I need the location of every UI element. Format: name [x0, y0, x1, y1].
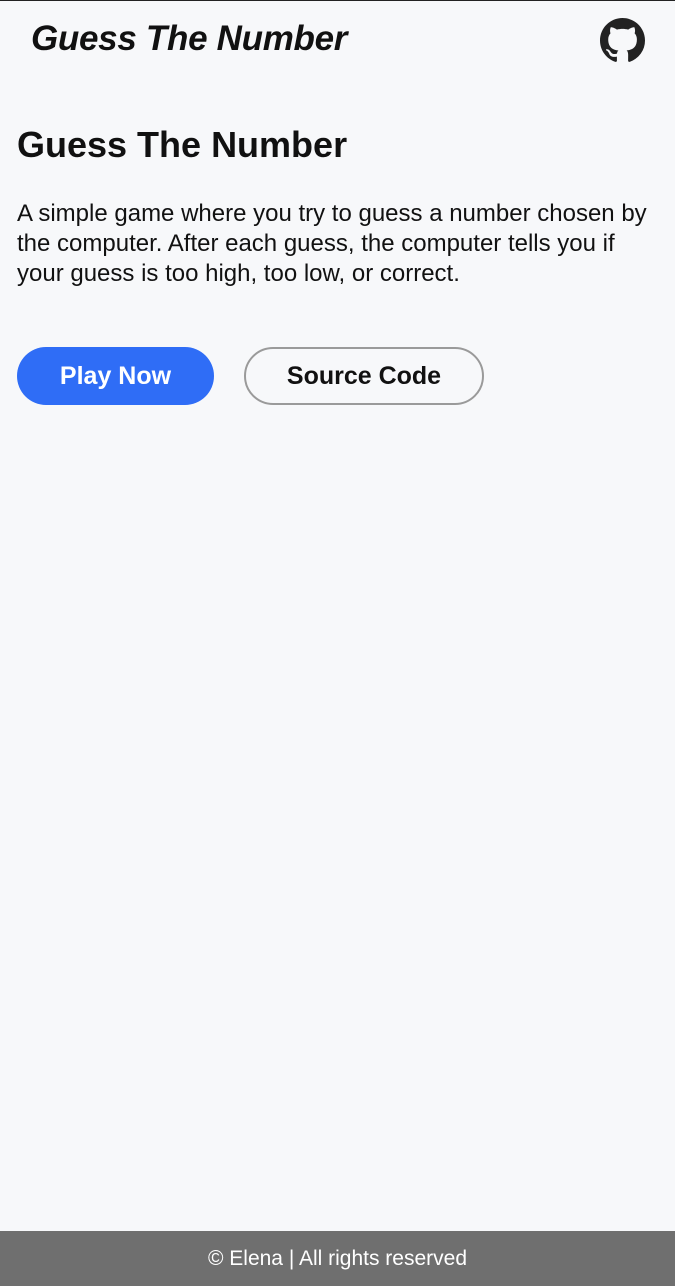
game-description: A simple game where you try to guess a n…: [17, 200, 647, 287]
footer: © Elena | All rights reserved: [0, 1231, 675, 1286]
top-bar: Guess The Number: [0, 1, 675, 81]
play-now-button[interactable]: Play Now: [17, 347, 214, 405]
page-title: Guess The Number: [17, 124, 348, 165]
site-title[interactable]: Guess The Number: [31, 19, 347, 59]
source-code-button[interactable]: Source Code: [244, 347, 484, 405]
copyright-text: © Elena | All rights reserved: [207, 1246, 468, 1270]
hero-section: Guess The Number A simple game where you…: [17, 121, 657, 289]
github-link[interactable]: [600, 18, 645, 63]
github-icon: [600, 18, 645, 62]
hero-actions: Play Now Source Code: [17, 347, 484, 405]
